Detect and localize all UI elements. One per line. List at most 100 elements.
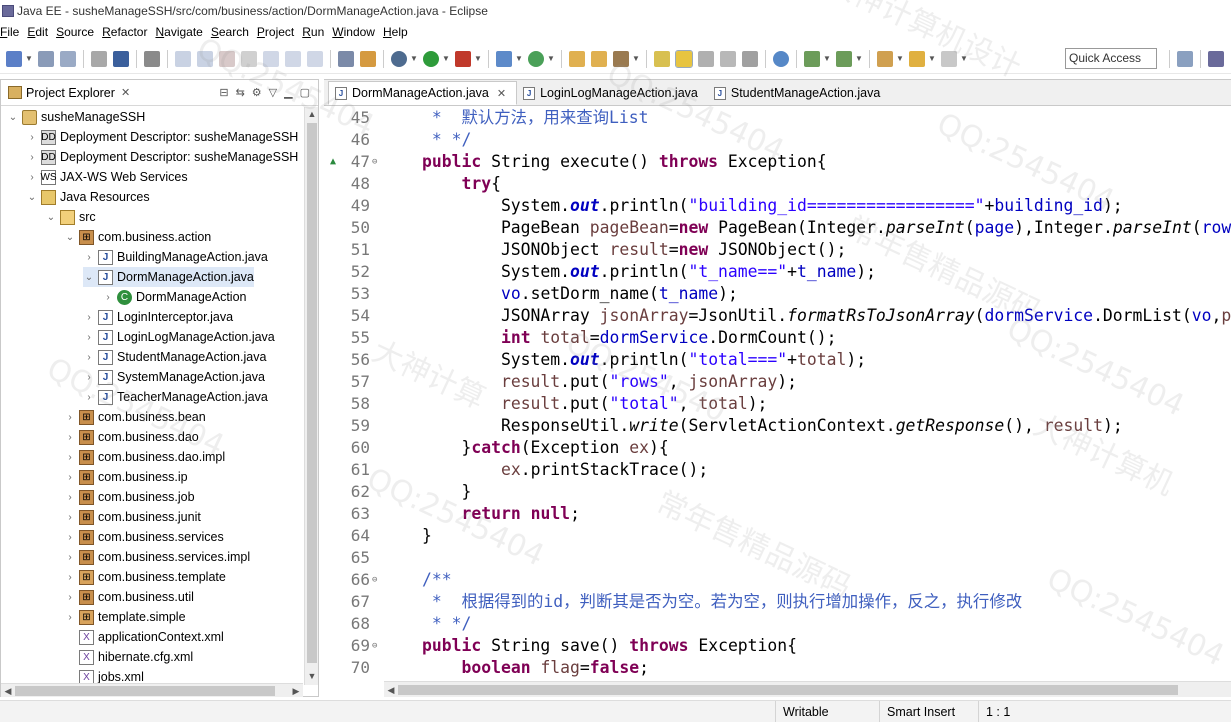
tree-item[interactable]: › ⊞ com.business.dao.impl — [64, 447, 225, 467]
code-line[interactable]: 58 result.put("total", total); — [324, 393, 1231, 415]
next-annotation-icon[interactable] — [804, 50, 820, 67]
new-class-dropdown-icon[interactable]: ▼ — [547, 54, 555, 63]
new-project-dropdown-icon[interactable]: ▼ — [515, 54, 523, 63]
editor-tab[interactable]: J StudentManageAction.java — [708, 81, 890, 105]
chevron-right-icon[interactable]: › — [64, 452, 76, 463]
menu-file[interactable]: File — [0, 25, 25, 39]
collapse-all-icon[interactable]: ⊟ — [219, 86, 228, 99]
disconnect-icon[interactable] — [241, 50, 257, 67]
scroll-down-icon[interactable]: ▼ — [305, 669, 319, 683]
step-return-icon[interactable] — [307, 50, 323, 67]
open-task-icon[interactable] — [591, 50, 607, 67]
tree-item[interactable]: › ⊞ com.business.dao — [64, 427, 199, 447]
tree-item[interactable]: › ⊞ com.business.services — [64, 527, 224, 547]
back-icon[interactable] — [909, 50, 925, 67]
chevron-down-icon[interactable]: ⌄ — [45, 212, 57, 223]
code-line[interactable]: 57 result.put("rows", jsonArray); — [324, 371, 1231, 393]
save-all-icon[interactable] — [60, 50, 76, 67]
tree-item[interactable]: › J TeacherManageAction.java — [83, 387, 268, 407]
link-with-editor-icon[interactable]: ⇆ — [236, 86, 245, 99]
chevron-right-icon[interactable]: › — [83, 352, 95, 363]
next-annotation-dropdown-icon[interactable]: ▼ — [823, 54, 831, 63]
close-icon[interactable]: ✕ — [497, 87, 506, 100]
tree-item[interactable]: › J StudentManageAction.java — [83, 347, 266, 367]
code-line[interactable]: 47 ▲ ⊖ public String execute() throws Excep… — [324, 151, 1231, 173]
forward-icon[interactable] — [941, 50, 957, 67]
filters-icon[interactable]: ⚙ — [252, 86, 262, 99]
tree-item[interactable]: › ⊞ com.business.ip — [64, 467, 188, 487]
tree-item[interactable]: › ⊞ com.business.job — [64, 487, 195, 507]
tree-item[interactable]: › C DormManageAction — [102, 287, 246, 307]
suspend-icon[interactable] — [197, 50, 213, 67]
tree-item[interactable]: Xhibernate.cfg.xml — [64, 647, 193, 667]
word-wrap-icon[interactable] — [698, 50, 714, 67]
chevron-right-icon[interactable]: › — [26, 152, 38, 163]
scroll-up-icon[interactable]: ▲ — [305, 107, 319, 121]
scroll-left-icon[interactable]: ◀ — [384, 682, 398, 698]
menu-source[interactable]: Source — [54, 25, 100, 39]
previous-annotation-dropdown-icon[interactable]: ▼ — [855, 54, 863, 63]
scroll-thumb[interactable] — [307, 123, 317, 663]
menu-refactor[interactable]: Refactor — [100, 25, 153, 39]
chevron-right-icon[interactable]: › — [64, 592, 76, 603]
menu-edit[interactable]: Edit — [25, 25, 54, 39]
chevron-right-icon[interactable]: › — [64, 432, 76, 443]
step-over-icon[interactable] — [285, 50, 301, 67]
highlight-icon[interactable] — [675, 49, 693, 68]
debug-icon[interactable] — [391, 50, 407, 67]
chevron-down-icon[interactable]: ⌄ — [64, 232, 76, 243]
fold-toggle-icon[interactable]: ⊖ — [372, 151, 382, 173]
menu-run[interactable]: Run — [300, 25, 330, 39]
tree-item[interactable]: › ⊞ com.business.junit — [64, 507, 201, 527]
console-icon[interactable] — [113, 50, 129, 67]
code-line[interactable]: 63 return null; — [324, 503, 1231, 525]
chevron-down-icon[interactable]: ⌄ — [26, 192, 38, 203]
tree-item[interactable]: › ⊞ com.business.template — [64, 567, 226, 587]
tree-item[interactable]: ⌄ J DormManageAction.java — [83, 267, 254, 287]
save-icon[interactable] — [38, 50, 54, 67]
code-line[interactable]: 70 boolean flag=false; — [324, 657, 1231, 679]
code-line[interactable]: 64} — [324, 525, 1231, 547]
server-icon[interactable] — [360, 50, 376, 67]
explorer-vertical-scrollbar[interactable]: ▲ ▼ — [304, 107, 318, 685]
chevron-right-icon[interactable]: › — [64, 472, 76, 483]
chevron-right-icon[interactable]: › — [83, 312, 95, 323]
menu-project[interactable]: Project — [255, 25, 300, 39]
run-icon[interactable] — [423, 50, 439, 67]
code-line[interactable]: 48 try{ — [324, 173, 1231, 195]
chevron-down-icon[interactable]: ⌄ — [7, 112, 19, 123]
chevron-right-icon[interactable]: › — [83, 372, 95, 383]
code-line[interactable]: 66 ⊖ /** — [324, 569, 1231, 591]
chevron-right-icon[interactable]: › — [64, 412, 76, 423]
menu-search[interactable]: Search — [209, 25, 255, 39]
menu-navigate[interactable]: Navigate — [153, 25, 208, 39]
code-line[interactable]: 60 }catch(Exception ex){ — [324, 437, 1231, 459]
editor-horizontal-scrollbar[interactable]: ◀ — [384, 681, 1231, 697]
resume-icon[interactable] — [175, 50, 191, 67]
code-line[interactable]: 69 ⊖ public String save() throws Exception… — [324, 635, 1231, 657]
forward-dropdown-icon[interactable]: ▼ — [960, 54, 968, 63]
code-line[interactable]: 54 JSONArray jsonArray=JsonUtil.formatRs… — [324, 305, 1231, 327]
chevron-down-icon[interactable]: ⌄ — [83, 272, 95, 283]
tree-item[interactable]: ⌄ src — [45, 207, 96, 227]
code-line[interactable]: 51 JSONObject result=new JSONObject(); — [324, 239, 1231, 261]
tree-item[interactable]: › J SystemManageAction.java — [83, 367, 265, 387]
code-line[interactable]: 65 — [324, 547, 1231, 569]
open-console-icon[interactable] — [338, 50, 354, 67]
chevron-right-icon[interactable]: › — [83, 392, 95, 403]
scroll-thumb[interactable] — [398, 685, 1178, 695]
external-tools-icon[interactable] — [455, 50, 471, 67]
tree-item[interactable]: › DD Deployment Descriptor: susheManageSSH — [26, 127, 298, 147]
tree-item[interactable]: › WS JAX-WS Web Services — [26, 167, 188, 187]
tree-item[interactable]: ⌄ Java Resources — [26, 187, 150, 207]
menu-window[interactable]: Window — [330, 25, 381, 39]
tree-item[interactable]: › ⊞ template.simple — [64, 607, 186, 627]
new-class-icon[interactable] — [528, 50, 544, 67]
chevron-right-icon[interactable]: › — [83, 252, 95, 263]
block-selection-icon[interactable] — [720, 50, 736, 67]
debug-dropdown-icon[interactable]: ▼ — [410, 54, 418, 63]
code-line[interactable]: 67 * 根据得到的id，判断其是否为空。若为空，则执行增加操作，反之，执行修改 — [324, 591, 1231, 613]
web-browser-icon[interactable] — [773, 50, 789, 67]
scroll-thumb[interactable] — [15, 686, 275, 696]
external-tools-dropdown-icon[interactable]: ▼ — [474, 54, 482, 63]
